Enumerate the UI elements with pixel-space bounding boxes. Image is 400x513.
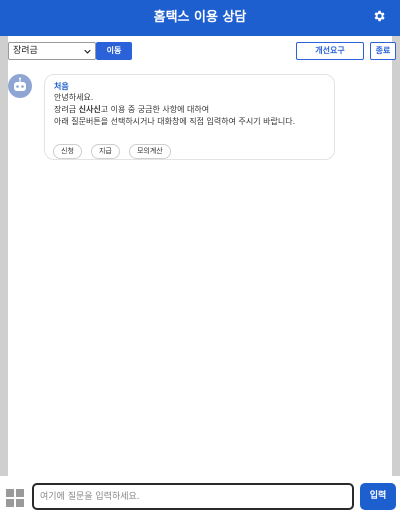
quick-reply-chips: 신청 지급 모의계산 xyxy=(53,138,175,159)
gear-icon[interactable] xyxy=(372,9,386,23)
chip-apply[interactable]: 신청 xyxy=(53,144,82,159)
left-border xyxy=(0,36,8,476)
input-bar: 입력 xyxy=(0,476,400,513)
end-button[interactable]: 종료 xyxy=(370,42,396,60)
message-line-2: 장려금 신사신고 이용 중 궁금한 사항에 대하여 xyxy=(54,105,210,114)
bot-avatar xyxy=(8,74,32,98)
chat-area: 처음 안녕하세요. 장려금 신사신고 이용 중 궁금한 사항에 대하여 아래 질… xyxy=(8,68,392,476)
right-border xyxy=(392,36,400,476)
chevron-down-icon xyxy=(84,49,91,54)
message-line-3: 아래 질문버튼을 선택하시거나 대화창에 직접 입력하여 주시기 바랍니다. xyxy=(54,117,296,126)
toolbar: 장려금 이동 개선요구 종료 xyxy=(8,36,396,68)
message-sender: 처음 xyxy=(54,82,69,91)
robot-icon xyxy=(14,77,26,91)
grid-menu-icon[interactable] xyxy=(6,489,24,507)
message-line-1: 안녕하세요. xyxy=(54,93,94,102)
chip-payment[interactable]: 지급 xyxy=(90,144,120,159)
category-select-value: 장려금 xyxy=(13,46,38,56)
improve-request-button[interactable]: 개선요구 xyxy=(296,42,364,60)
bot-message: 처음 안녕하세요. 장려금 신사신고 이용 중 궁금한 사항에 대하여 아래 질… xyxy=(44,74,335,160)
move-button[interactable]: 이동 xyxy=(96,42,132,60)
send-button[interactable]: 입력 xyxy=(360,483,396,510)
chip-simulation[interactable]: 모의계산 xyxy=(128,144,171,159)
category-select[interactable]: 장려금 xyxy=(8,42,96,60)
header-bar: 홈택스 이용 상담 xyxy=(0,0,400,36)
page-title: 홈택스 이용 상담 xyxy=(153,10,247,25)
question-input[interactable] xyxy=(32,483,354,510)
